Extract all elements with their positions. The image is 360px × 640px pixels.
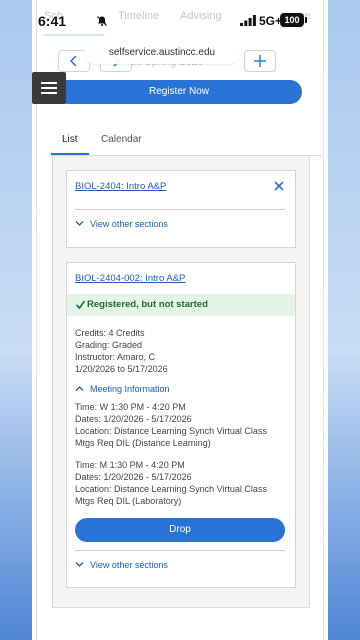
course-title-link[interactable]: BIOL-2404: Intro A&P [75, 181, 166, 192]
signal-icon [240, 15, 256, 26]
course-section-title-link[interactable]: BIOL-2404-002: Intro A&P [75, 273, 185, 284]
view-other-sections-toggle[interactable]: View other sections [75, 219, 168, 229]
course-dates-text: 1/20/2026 to 5/17/2026 [75, 364, 168, 374]
meeting-dates-text: Dates: 1/20/2026 - 5/17/2026 [75, 472, 192, 482]
plus-icon [254, 55, 266, 67]
meeting-location-detail-text: Mtgs Req DIL (Distance Learning) [75, 438, 211, 448]
view-other-sections-toggle[interactable]: View other sections [75, 560, 168, 570]
close-icon[interactable] [274, 181, 284, 191]
chevron-down-icon [75, 562, 84, 567]
chevron-left-icon [69, 55, 77, 67]
active-tab-indicator [51, 153, 89, 155]
url-bar[interactable]: selfservice.austincc.edu [84, 42, 240, 64]
hamburger-menu-button[interactable] [32, 72, 66, 104]
add-term-button[interactable] [244, 50, 276, 72]
top-tab-underline [44, 34, 104, 36]
network-label: 5G+ [259, 14, 283, 28]
status-time: 6:41 [38, 13, 67, 29]
top-tab-timeline[interactable]: Timeline [118, 10, 159, 22]
menu-line [41, 87, 57, 89]
drop-button[interactable]: Drop [75, 518, 285, 542]
menu-line [41, 82, 57, 84]
meeting-dates-text: Dates: 1/20/2026 - 5/17/2026 [75, 414, 192, 424]
checkmark-icon [75, 300, 86, 310]
tab-list[interactable]: List [62, 134, 78, 145]
card-divider [75, 550, 285, 551]
meeting-time-text: Time: W 1:30 PM - 4:20 PM [75, 402, 186, 412]
card-divider [75, 209, 285, 210]
meeting-time-text: Time: M 1:30 PM - 4:20 PM [75, 460, 185, 470]
register-now-button[interactable]: Register Now [56, 80, 302, 104]
battery-icon: 100 [280, 13, 307, 27]
menu-line [41, 92, 57, 94]
view-other-sections-label: View other sections [90, 560, 168, 570]
bell-slash-icon [97, 16, 107, 26]
meeting-location-detail-text: Mtgs Req DIL (Laboratory) [75, 496, 182, 506]
instructor-text: Instructor: Amaro, C [75, 352, 156, 362]
chevron-down-icon [75, 221, 84, 226]
credits-text: Credits: 4 Credits [75, 328, 145, 338]
meeting-location-text: Location: Distance Learning Synch Virtua… [75, 426, 267, 436]
grading-text: Grading: Graded [75, 340, 143, 350]
tab-calendar[interactable]: Calendar [101, 134, 142, 145]
chevron-up-icon [75, 386, 84, 391]
view-other-sections-label: View other sections [90, 219, 168, 229]
meeting-information-label: Meeting Information [90, 384, 170, 394]
top-tab-advising[interactable]: Advising [180, 10, 222, 22]
meeting-information-toggle[interactable]: Meeting Information [75, 384, 170, 394]
meeting-location-text: Location: Distance Learning Synch Virtua… [75, 484, 267, 494]
registration-status-banner: Registered, but not started [67, 294, 295, 316]
